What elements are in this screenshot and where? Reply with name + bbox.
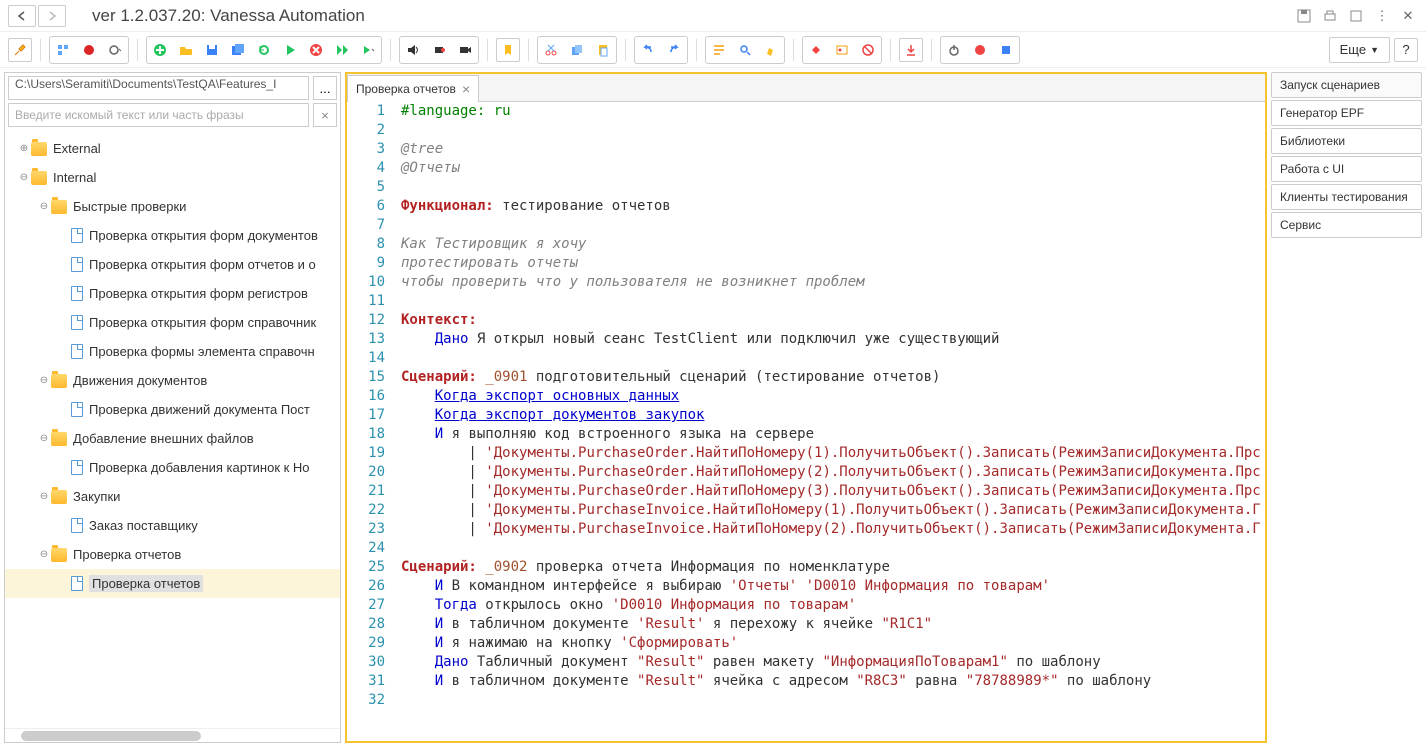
window-title: ver 1.2.037.20: Vanessa Automation: [92, 6, 365, 26]
path-browse-button[interactable]: ...: [313, 76, 337, 100]
tab-close-icon[interactable]: ×: [462, 81, 470, 97]
tree-folder-external[interactable]: ⊕External: [5, 134, 340, 163]
save-all-icon[interactable]: [226, 38, 250, 62]
menu-dots-icon[interactable]: ⋮: [1372, 6, 1392, 26]
tree-folder-moves[interactable]: ⊖Движения документов: [5, 366, 340, 395]
gear-dropdown-icon[interactable]: [103, 38, 127, 62]
play-icon[interactable]: [278, 38, 302, 62]
paste-icon[interactable]: [591, 38, 615, 62]
right-btn-ui[interactable]: Работа с UI: [1271, 156, 1422, 182]
horizontal-scrollbar[interactable]: [5, 728, 340, 742]
toolbar: Еще▼ ?: [0, 32, 1426, 68]
undo-icon[interactable]: [636, 38, 660, 62]
feature-tree[interactable]: ⊕External ⊖Internal ⊖Быстрые проверки Пр…: [5, 130, 340, 728]
tree-file[interactable]: Проверка открытия форм регистров: [5, 279, 340, 308]
open-folder-icon[interactable]: [174, 38, 198, 62]
play-menu-icon[interactable]: [356, 38, 380, 62]
tree-expand-icon[interactable]: [51, 38, 75, 62]
tree-file-selected[interactable]: Проверка отчетов: [5, 569, 340, 598]
save-disk-icon[interactable]: [200, 38, 224, 62]
back-button[interactable]: [8, 5, 36, 27]
tree-folder-zak[interactable]: ⊖Закупки: [5, 482, 340, 511]
tree-file[interactable]: Проверка открытия форм отчетов и о: [5, 250, 340, 279]
bookmark-icon[interactable]: [496, 38, 520, 62]
search-clear-button[interactable]: ×: [313, 103, 337, 127]
sound-icon[interactable]: [401, 38, 425, 62]
line-gutter: 1234567891011121314151617181920212223242…: [347, 102, 397, 741]
stop-icon[interactable]: [304, 38, 328, 62]
tree-file[interactable]: Проверка открытия форм справочник: [5, 308, 340, 337]
tree-folder-ext[interactable]: ⊖Добавление внешних файлов: [5, 424, 340, 453]
tree-folder-internal[interactable]: ⊖Internal: [5, 163, 340, 192]
tree-folder-reports[interactable]: ⊖Проверка отчетов: [5, 540, 340, 569]
tree-file[interactable]: Заказ поставщику: [5, 511, 340, 540]
stop-square-icon[interactable]: [994, 38, 1018, 62]
breakpoint-icon[interactable]: [804, 38, 828, 62]
record-icon[interactable]: [427, 38, 451, 62]
tree-file[interactable]: Проверка движений документа Пост: [5, 395, 340, 424]
tree-file[interactable]: Проверка формы элемента справочн: [5, 337, 340, 366]
format-icon[interactable]: [707, 38, 731, 62]
code-content[interactable]: #language: ru @tree@Отчеты Функционал: т…: [397, 102, 1265, 741]
close-icon[interactable]: ✕: [1398, 6, 1418, 26]
add-icon[interactable]: [148, 38, 172, 62]
copy-icon[interactable]: [565, 38, 589, 62]
more-button[interactable]: Еще▼: [1329, 37, 1390, 63]
editor-panel: Проверка отчетов × 123456789101112131415…: [345, 72, 1267, 743]
title-bar: ver 1.2.037.20: Vanessa Automation ⋮ ✕: [0, 0, 1426, 32]
editor-tab[interactable]: Проверка отчетов ×: [347, 75, 479, 102]
right-panel: Запуск сценариев Генератор EPF Библиотек…: [1271, 68, 1426, 747]
breakpoint-list-icon[interactable]: [830, 38, 854, 62]
tab-bar: Проверка отчетов ×: [347, 74, 1265, 102]
refresh-icon[interactable]: [252, 38, 276, 62]
play-all-icon[interactable]: [330, 38, 354, 62]
right-btn-service[interactable]: Сервис: [1271, 212, 1422, 238]
more-label: Еще: [1340, 42, 1366, 57]
breakpoint-clear-icon[interactable]: [856, 38, 880, 62]
camera-icon[interactable]: [453, 38, 477, 62]
redo-icon[interactable]: [662, 38, 686, 62]
highlight-icon[interactable]: [759, 38, 783, 62]
right-btn-epf[interactable]: Генератор EPF: [1271, 100, 1422, 126]
left-panel: C:\Users\Seramiti\Documents\TestQA\Featu…: [4, 72, 341, 743]
tree-collapse-icon[interactable]: [77, 38, 101, 62]
cut-icon[interactable]: [539, 38, 563, 62]
right-btn-clients[interactable]: Клиенты тестирования: [1271, 184, 1422, 210]
link-icon[interactable]: [1346, 6, 1366, 26]
record-circle-icon[interactable]: [968, 38, 992, 62]
search-input[interactable]: [8, 103, 309, 127]
tree-file[interactable]: Проверка открытия форм документов: [5, 221, 340, 250]
help-button[interactable]: ?: [1394, 38, 1418, 62]
tree-file[interactable]: Проверка добавления картинок к Но: [5, 453, 340, 482]
code-editor[interactable]: 1234567891011121314151617181920212223242…: [347, 102, 1265, 741]
power-icon[interactable]: [942, 38, 966, 62]
download-icon[interactable]: [899, 38, 923, 62]
forward-button[interactable]: [38, 5, 66, 27]
right-btn-lib[interactable]: Библиотеки: [1271, 128, 1422, 154]
path-input[interactable]: C:\Users\Seramiti\Documents\TestQA\Featu…: [8, 76, 309, 100]
search-dropdown-icon[interactable]: [733, 38, 757, 62]
tool-wrench-icon[interactable]: [8, 38, 32, 62]
tab-label: Проверка отчетов: [356, 82, 456, 96]
print-icon[interactable]: [1320, 6, 1340, 26]
tree-folder-fast[interactable]: ⊖Быстрые проверки: [5, 192, 340, 221]
save-icon[interactable]: [1294, 6, 1314, 26]
right-btn-run[interactable]: Запуск сценариев: [1271, 72, 1422, 98]
